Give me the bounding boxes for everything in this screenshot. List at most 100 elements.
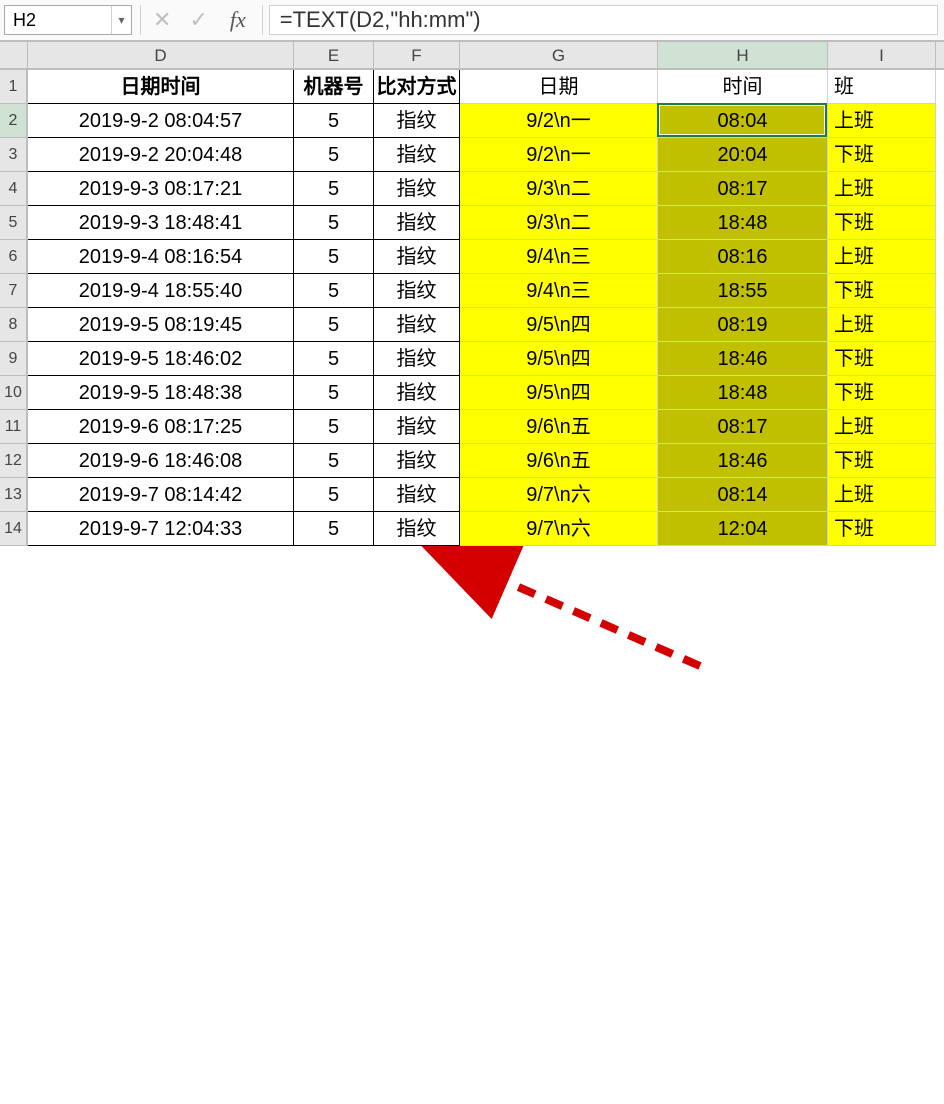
cell-D[interactable]: 2019-9-6 08:17:25 xyxy=(28,410,294,444)
header-cell-I[interactable]: 班 xyxy=(828,70,936,104)
cancel-icon[interactable]: ✕ xyxy=(153,7,171,33)
cell-D[interactable]: 2019-9-6 18:46:08 xyxy=(28,444,294,478)
header-cell-G[interactable]: 日期 xyxy=(460,70,658,104)
col-header-F[interactable]: F xyxy=(374,42,460,68)
cell-H[interactable]: 08:14 xyxy=(658,478,828,512)
cell-H[interactable]: 18:55 xyxy=(658,274,828,308)
cell-D[interactable]: 2019-9-4 08:16:54 xyxy=(28,240,294,274)
row-header[interactable]: 6 xyxy=(0,240,28,274)
cell-E[interactable]: 5 xyxy=(294,444,374,478)
cell-F[interactable]: 指纹 xyxy=(374,478,460,512)
cell-D[interactable]: 2019-9-5 18:46:02 xyxy=(28,342,294,376)
cell-G[interactable]: 9/4\n三 xyxy=(460,274,658,308)
row-header[interactable]: 8 xyxy=(0,308,28,342)
enter-icon[interactable]: ✓ xyxy=(189,7,207,33)
cell-E[interactable]: 5 xyxy=(294,274,374,308)
cell-D[interactable]: 2019-9-2 20:04:48 xyxy=(28,138,294,172)
row-header[interactable]: 9 xyxy=(0,342,28,376)
cell-E[interactable]: 5 xyxy=(294,512,374,546)
fx-icon[interactable]: fx xyxy=(226,7,250,33)
cell-E[interactable]: 5 xyxy=(294,104,374,138)
select-all-corner[interactable] xyxy=(0,42,28,70)
cell-G[interactable]: 9/7\n六 xyxy=(460,512,658,546)
cell-G[interactable]: 9/4\n三 xyxy=(460,240,658,274)
header-cell-F[interactable]: 比对方式 xyxy=(374,70,460,104)
cell-G[interactable]: 9/2\n一 xyxy=(460,104,658,138)
cell-I[interactable]: 下班 xyxy=(828,376,936,410)
cell-H[interactable]: 20:04 xyxy=(658,138,828,172)
cell-G[interactable]: 9/6\n五 xyxy=(460,444,658,478)
name-box[interactable]: H2 ▾ xyxy=(4,5,132,35)
row-header[interactable]: 11 xyxy=(0,410,28,444)
cell-G[interactable]: 9/7\n六 xyxy=(460,478,658,512)
col-header-G[interactable]: G xyxy=(460,42,658,68)
cell-G[interactable]: 9/5\n四 xyxy=(460,376,658,410)
cell-F[interactable]: 指纹 xyxy=(374,410,460,444)
cell-D[interactable]: 2019-9-5 08:19:45 xyxy=(28,308,294,342)
cell-D[interactable]: 2019-9-3 18:48:41 xyxy=(28,206,294,240)
formula-input[interactable]: =TEXT(D2,"hh:mm") xyxy=(269,5,938,35)
dropdown-icon[interactable]: ▾ xyxy=(111,6,131,34)
cell-G[interactable]: 9/3\n二 xyxy=(460,206,658,240)
cell-I[interactable]: 下班 xyxy=(828,512,936,546)
row-header[interactable]: 5 xyxy=(0,206,28,240)
cell-D[interactable]: 2019-9-3 08:17:21 xyxy=(28,172,294,206)
row-header[interactable]: 13 xyxy=(0,478,28,512)
cell-G[interactable]: 9/3\n二 xyxy=(460,172,658,206)
cell-E[interactable]: 5 xyxy=(294,138,374,172)
cell-F[interactable]: 指纹 xyxy=(374,274,460,308)
cell-E[interactable]: 5 xyxy=(294,172,374,206)
cell-D[interactable]: 2019-9-4 18:55:40 xyxy=(28,274,294,308)
cell-E[interactable]: 5 xyxy=(294,240,374,274)
cell-E[interactable]: 5 xyxy=(294,478,374,512)
cell-I[interactable]: 上班 xyxy=(828,410,936,444)
row-header[interactable]: 10 xyxy=(0,376,28,410)
header-cell-H[interactable]: 时间 xyxy=(658,70,828,104)
col-header-H[interactable]: H xyxy=(658,42,828,68)
row-header[interactable]: 2 xyxy=(0,104,28,138)
cell-F[interactable]: 指纹 xyxy=(374,444,460,478)
cell-H[interactable]: 08:17 xyxy=(658,172,828,206)
cell-F[interactable]: 指纹 xyxy=(374,138,460,172)
cell-F[interactable]: 指纹 xyxy=(374,172,460,206)
row-header[interactable]: 3 xyxy=(0,138,28,172)
cell-G[interactable]: 9/2\n一 xyxy=(460,138,658,172)
cell-I[interactable]: 下班 xyxy=(828,444,936,478)
cell-H[interactable]: 08:16 xyxy=(658,240,828,274)
cell-H[interactable]: 08:19 xyxy=(658,308,828,342)
col-header-I[interactable]: I xyxy=(828,42,936,68)
cell-F[interactable]: 指纹 xyxy=(374,512,460,546)
cell-I[interactable]: 下班 xyxy=(828,342,936,376)
cell-H[interactable]: 18:48 xyxy=(658,376,828,410)
col-header-D[interactable]: D xyxy=(28,42,294,68)
cell-F[interactable]: 指纹 xyxy=(374,342,460,376)
cell-G[interactable]: 9/5\n四 xyxy=(460,308,658,342)
cell-H[interactable]: 18:48 xyxy=(658,206,828,240)
header-cell-D[interactable]: 日期时间 xyxy=(28,70,294,104)
cell-F[interactable]: 指纹 xyxy=(374,206,460,240)
cell-I[interactable]: 下班 xyxy=(828,274,936,308)
cell-H[interactable]: 12:04 xyxy=(658,512,828,546)
cell-E[interactable]: 5 xyxy=(294,410,374,444)
cell-I[interactable]: 上班 xyxy=(828,172,936,206)
cell-E[interactable]: 5 xyxy=(294,376,374,410)
cell-F[interactable]: 指纹 xyxy=(374,104,460,138)
cell-D[interactable]: 2019-9-7 12:04:33 xyxy=(28,512,294,546)
row-header[interactable]: 12 xyxy=(0,444,28,478)
cell-I[interactable]: 上班 xyxy=(828,104,936,138)
cell-I[interactable]: 下班 xyxy=(828,138,936,172)
cell-H[interactable]: 18:46 xyxy=(658,342,828,376)
row-header[interactable]: 7 xyxy=(0,274,28,308)
cell-I[interactable]: 上班 xyxy=(828,308,936,342)
row-header[interactable]: 14 xyxy=(0,512,28,546)
cell-E[interactable]: 5 xyxy=(294,206,374,240)
cell-G[interactable]: 9/6\n五 xyxy=(460,410,658,444)
cell-F[interactable]: 指纹 xyxy=(374,240,460,274)
cell-F[interactable]: 指纹 xyxy=(374,308,460,342)
header-cell-E[interactable]: 机器号 xyxy=(294,70,374,104)
cell-I[interactable]: 上班 xyxy=(828,240,936,274)
cell-D[interactable]: 2019-9-7 08:14:42 xyxy=(28,478,294,512)
cell-H[interactable]: 08:04 xyxy=(658,104,828,138)
row-header-1[interactable]: 1 xyxy=(0,70,28,104)
cell-H[interactable]: 08:17 xyxy=(658,410,828,444)
